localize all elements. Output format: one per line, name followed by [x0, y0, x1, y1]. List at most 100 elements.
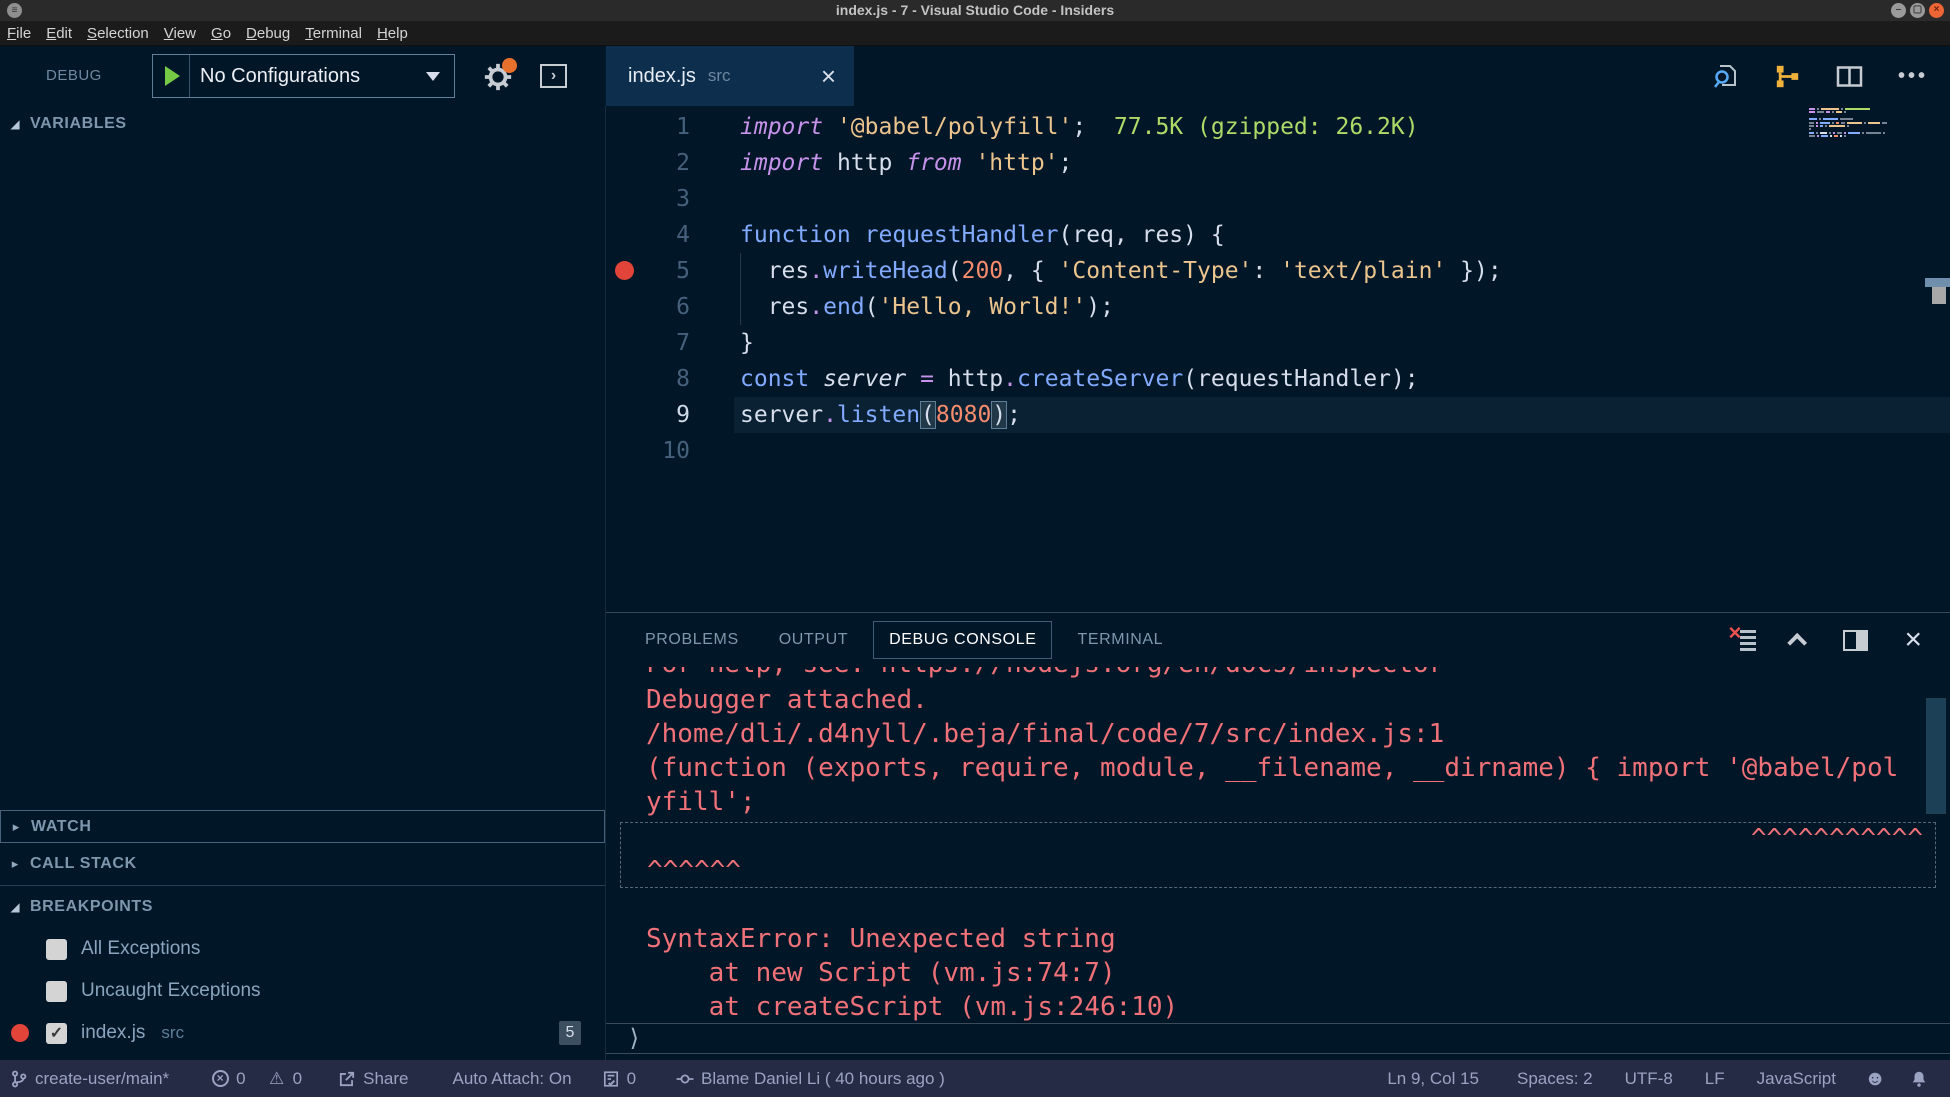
configure-launch-button[interactable] [483, 62, 513, 92]
tab-close-icon[interactable]: × [821, 63, 836, 89]
section-call-stack[interactable]: ▸ CALL STACK [0, 843, 605, 886]
minimap-line [1809, 118, 1899, 120]
section-breakpoints[interactable]: ◢ BREAKPOINTS [0, 886, 605, 928]
breakpoint-item[interactable]: All Exceptions [0, 928, 605, 970]
status-feedback[interactable]: ☻ [1866, 1070, 1884, 1088]
minimap-line [1809, 108, 1899, 110]
start-debug-icon[interactable] [165, 66, 180, 86]
code-line[interactable]: const server = http.createServer(request… [740, 361, 1419, 397]
code-line[interactable]: server.listen(8080); [740, 397, 1021, 433]
window-title: index.js - 7 - Visual Studio Code - Insi… [0, 2, 1950, 18]
line-number[interactable]: 1 [606, 109, 690, 145]
status-language[interactable]: JavaScript [1757, 1069, 1836, 1089]
status-checklist-count[interactable]: 0 [602, 1069, 636, 1089]
checkbox[interactable] [46, 981, 67, 1002]
code-line[interactable]: } [740, 325, 754, 361]
status-warnings[interactable]: ⚠0 [268, 1069, 302, 1089]
minimap[interactable] [1809, 108, 1899, 146]
line-number[interactable]: 7 [606, 325, 690, 361]
status-encoding[interactable]: UTF-8 [1625, 1069, 1673, 1089]
status-cursor-position[interactable]: Ln 9, Col 15 [1387, 1069, 1479, 1089]
debug-config-dropdown[interactable]: No Configurations [152, 54, 455, 98]
move-panel-right-icon[interactable] [1843, 630, 1868, 651]
checkbox[interactable]: ✓ [46, 1023, 67, 1044]
console-line[interactable]: yfill'; [646, 785, 1950, 819]
more-actions-icon[interactable]: ••• [1898, 65, 1928, 88]
minimize-button[interactable]: – [1891, 3, 1906, 18]
status-share[interactable]: Share [338, 1069, 408, 1089]
debug-console-input[interactable]: ⟩ [606, 1023, 1950, 1054]
code-line[interactable]: res.writeHead(200, { 'Content-Type': 'te… [740, 253, 1502, 289]
status-indentation[interactable]: Spaces: 2 [1517, 1069, 1593, 1089]
menu-view[interactable]: View [164, 25, 196, 42]
section-title: BREAKPOINTS [30, 898, 153, 916]
twistie-collapsed-icon: ▸ [1, 819, 31, 835]
menu-file[interactable]: File [7, 25, 31, 42]
minimap-line [1809, 132, 1899, 134]
status-label: Auto Attach: On [452, 1069, 571, 1089]
status-eol[interactable]: LF [1705, 1069, 1725, 1089]
status-branch[interactable]: create-user/main* [10, 1069, 169, 1089]
line-number[interactable]: 10 [606, 433, 690, 469]
open-debug-console-icon[interactable]: › [540, 64, 567, 88]
console-line[interactable]: /home/dli/.d4nyll/.beja/final/code/7/src… [646, 717, 1950, 751]
section-variables[interactable]: ◢ VARIABLES [0, 106, 605, 142]
line-number[interactable]: 9 [606, 397, 690, 433]
breakpoint-count-badge: 5 [559, 1021, 581, 1045]
console-line[interactable]: SyntaxError: Unexpected string [646, 922, 1950, 956]
console-focused-row[interactable]: ^^^^^^^^^^^ ^^^^^^ [620, 822, 1936, 888]
menu-selection[interactable]: Selection [87, 25, 149, 42]
console-line[interactable]: at createScript (vm.js:246:10) [646, 990, 1950, 1023]
code-line[interactable]: import '@babel/polyfill'; 77.5K (gzipped… [740, 109, 1419, 145]
console-line[interactable] [646, 888, 1950, 922]
status-label: LF [1705, 1069, 1725, 1089]
line-number[interactable]: 3 [606, 181, 690, 217]
code-line[interactable]: import http from 'http'; [740, 145, 1072, 181]
menu-help[interactable]: Help [377, 25, 408, 42]
open-preview-icon[interactable] [1712, 63, 1739, 90]
line-number[interactable]: 5 [606, 253, 690, 289]
panel-tab-terminal[interactable]: TERMINAL [1062, 622, 1178, 658]
status-auto-attach[interactable]: Auto Attach: On [452, 1069, 571, 1089]
status-errors[interactable]: ×0 [211, 1069, 245, 1089]
console-scrollbar[interactable] [1926, 698, 1946, 814]
maximize-panel-icon[interactable] [1788, 633, 1808, 653]
line-number[interactable]: 4 [606, 217, 690, 253]
editor-line: 7} [606, 325, 1950, 361]
menu-edit[interactable]: Edit [46, 25, 72, 42]
panel-tab-output[interactable]: OUTPUT [764, 622, 863, 658]
panel-tab-problems[interactable]: PROBLEMS [630, 622, 754, 658]
status-blame[interactable]: Blame Daniel Li ( 40 hours ago ) [676, 1069, 945, 1089]
status-label: Ln 9, Col 15 [1387, 1069, 1479, 1089]
minimap-line [1809, 122, 1899, 124]
breakpoint-item[interactable]: Uncaught Exceptions [0, 970, 605, 1012]
code-line[interactable]: res.end('Hello, World!'); [740, 289, 1114, 325]
clear-console-icon[interactable]: × [1730, 627, 1757, 653]
console-line[interactable]: (function (exports, require, module, __f… [646, 751, 1950, 785]
split-editor-icon[interactable] [1836, 63, 1863, 90]
window-controls: – ▢ × [1891, 3, 1944, 18]
editor-line: 2 import http from 'http'; [606, 145, 1950, 181]
panel-tab-debug-console[interactable]: DEBUG CONSOLE [873, 621, 1052, 659]
line-number[interactable]: 2 [606, 145, 690, 181]
fork-branch-icon[interactable] [1774, 63, 1801, 90]
section-title: CALL STACK [30, 855, 137, 873]
section-watch[interactable]: ▸ WATCH [0, 810, 605, 843]
close-panel-icon[interactable]: × [1904, 627, 1922, 653]
line-number[interactable]: 6 [606, 289, 690, 325]
status-notifications[interactable] [1910, 1070, 1928, 1088]
breakpoint-item[interactable]: ✓index.jssrc5 [0, 1012, 605, 1054]
menu-go[interactable]: Go [211, 25, 231, 42]
code-editor[interactable]: 1 import '@babel/polyfill'; 77.5K (gzippe… [606, 106, 1950, 612]
line-number[interactable]: 8 [606, 361, 690, 397]
tab-index-js[interactable]: index.js src × [606, 46, 854, 106]
menu-debug[interactable]: Debug [246, 25, 290, 42]
close-button[interactable]: × [1929, 3, 1944, 18]
checklist-icon [602, 1070, 620, 1088]
menu-terminal[interactable]: Terminal [305, 25, 362, 42]
console-line[interactable]: at new Script (vm.js:74:7) [646, 956, 1950, 990]
console-line[interactable]: Debugger attached. [646, 683, 1950, 717]
checkbox[interactable] [46, 939, 67, 960]
code-line[interactable]: function requestHandler(req, res) { [740, 217, 1225, 253]
maximize-button[interactable]: ▢ [1910, 3, 1925, 18]
